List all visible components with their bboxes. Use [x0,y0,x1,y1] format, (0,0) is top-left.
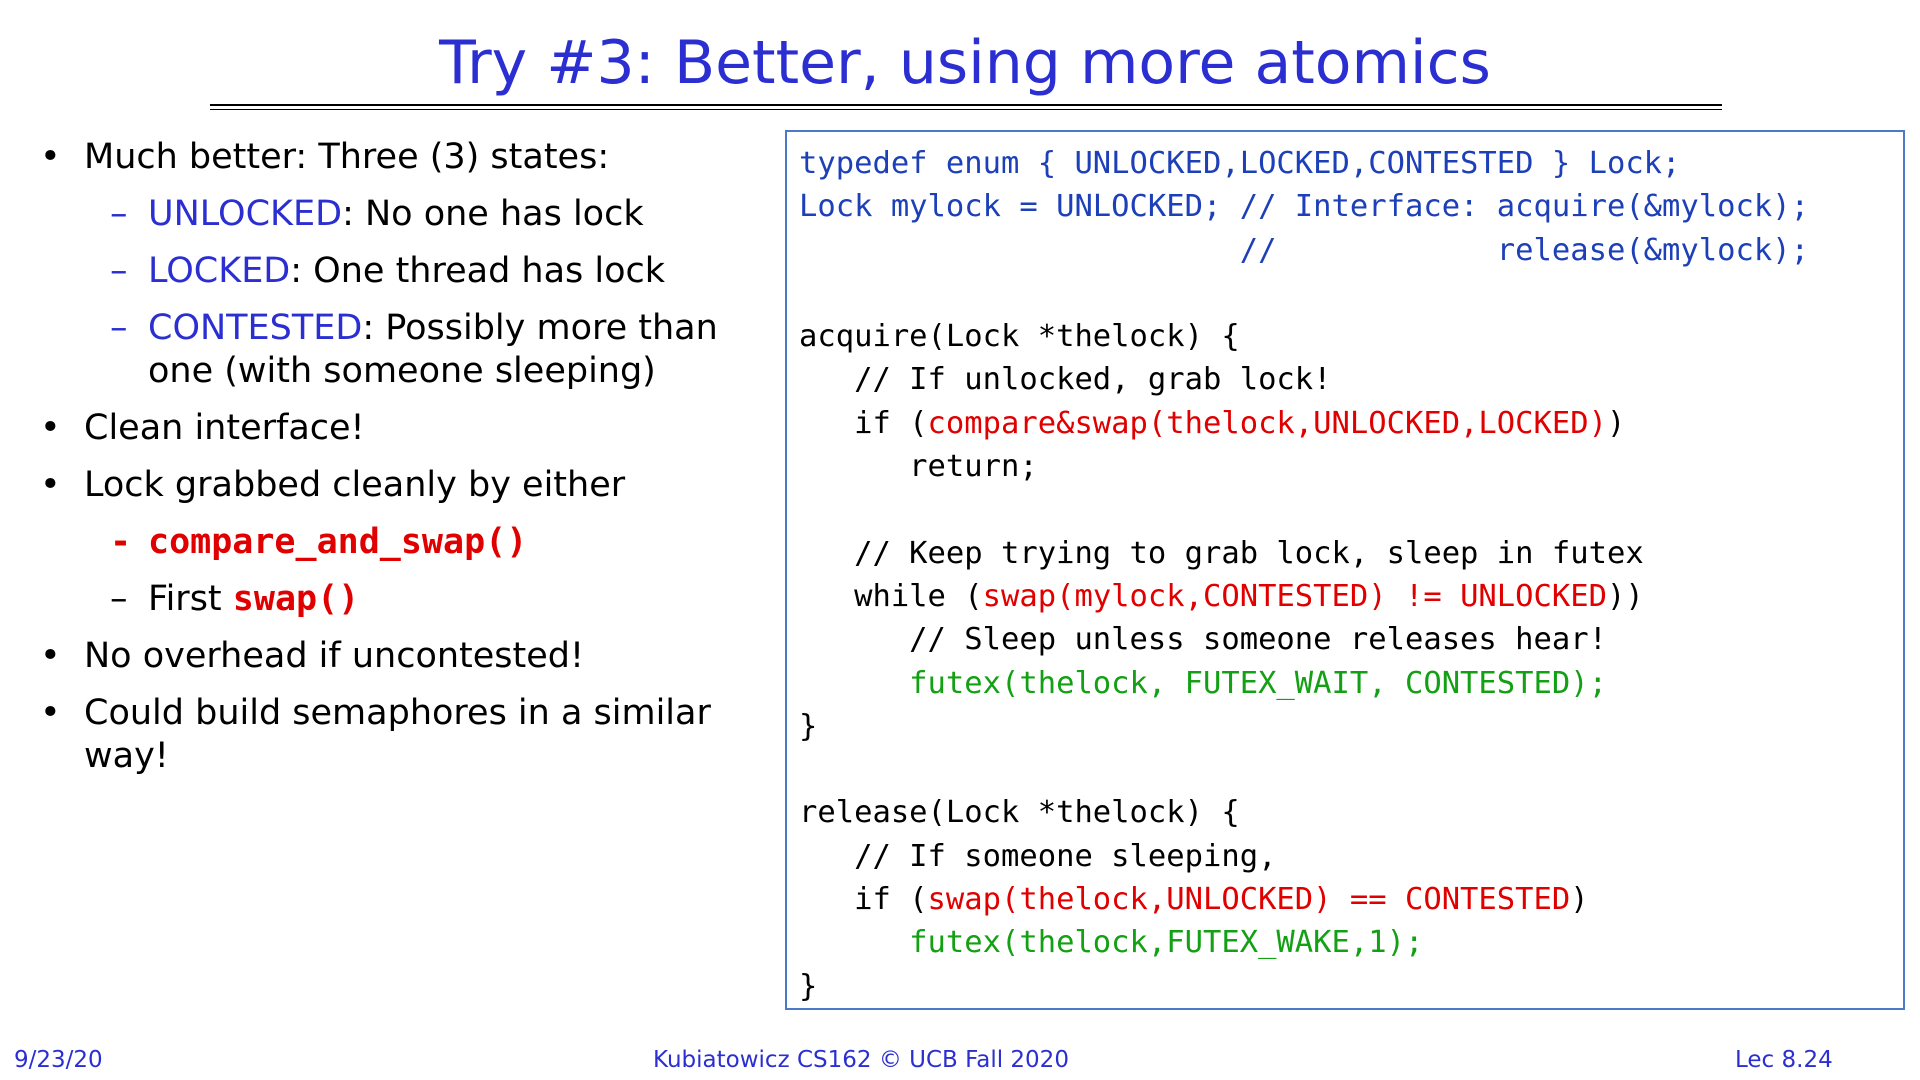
code-line-highlight: swap(thelock,UNLOCKED) == CONTESTED [927,882,1571,918]
bullet-clean-interface: Clean interface! [40,407,750,450]
code-line-part: ) [1570,882,1589,918]
bullet-semaphores: Could build semaphores in a similar way! [40,692,750,778]
state-desc-contested-cont: one (with someone sleeping) [148,351,656,391]
code-line: // Sleep unless someone releases hear! [799,622,1607,658]
bullet-list: Much better: Three (3) states: – UNLOCKE… [40,136,750,792]
code-line: } [799,968,818,1004]
code-line: } [799,708,818,744]
code-line-part: while ( [799,578,983,614]
footer-course: Kubiatowicz CS162 © UCB Fall 2020 [653,1047,1069,1073]
title-rule-thick [210,104,1722,106]
sub-bullet-unlocked: – UNLOCKED: No one has lock [40,193,750,236]
sub-bullet-cas: - compare_and_swap() [40,521,750,564]
state-desc-locked: : One thread has lock [290,251,666,291]
code-box: typedef enum { UNLOCKED,LOCKED,CONTESTED… [785,130,1905,1010]
code-line: release(Lock *thelock) { [799,795,1240,831]
code-line: // release(&mylock); [799,232,1809,268]
code-line: return; [799,449,1038,485]
code-line-highlight: swap(mylock,CONTESTED) != UNLOCKED [982,578,1607,614]
state-desc-unlocked: : No one has lock [342,194,644,234]
state-name-contested: CONTESTED [148,308,363,348]
code-line: acquire(Lock *thelock) { [799,319,1240,355]
bullet-text: Much better: Three (3) states: [84,137,610,177]
bullet-three-states: Much better: Three (3) states: [40,136,750,179]
bullet-no-overhead: No overhead if uncontested! [40,635,750,678]
code-line: typedef enum { UNLOCKED,LOCKED,CONTESTED… [799,146,1681,181]
dash-marker: – [110,308,128,348]
sub-bullet-locked: – LOCKED: One thread has lock [40,250,750,293]
code-line: // If someone sleeping, [799,838,1277,874]
sub-bullet-swap: – First swap() [40,578,750,621]
bullet-lock-grabbed: Lock grabbed cleanly by either [40,464,750,507]
code-line-part: if ( [799,882,928,918]
code-listing: typedef enum { UNLOCKED,LOCKED,CONTESTED… [799,142,1809,1008]
bullet-text: Could build semaphores in a similar way! [84,693,711,776]
code-line: Lock mylock = UNLOCKED; // Interface: ac… [799,189,1809,225]
title-rule-thin [210,109,1722,110]
state-desc-contested: : Possibly more than [362,308,718,348]
code-compare-and-swap: compare_and_swap() [148,522,528,562]
bullet-text: No overhead if uncontested! [84,636,585,676]
dash-marker: – [110,579,128,619]
slide-title: Try #3: Better, using more atomics [439,28,1491,98]
code-line: futex(thelock,FUTEX_WAKE,1); [799,925,1424,961]
sub-bullet-contested: – CONTESTED: Possibly more than one (wit… [40,307,750,393]
dash-marker: - [110,522,132,562]
code-line-highlight: compare&swap(thelock,UNLOCKED,LOCKED) [927,405,1607,441]
dash-marker: – [110,194,128,234]
code-line-part: ) [1606,405,1626,441]
code-line: futex(thelock, FUTEX_WAIT, CONTESTED); [799,665,1607,701]
state-name-locked: LOCKED [148,251,291,291]
first-label: First [148,579,233,619]
bullet-text: Clean interface! [84,408,365,448]
code-swap: swap() [232,579,360,619]
state-name-unlocked: UNLOCKED [148,194,343,234]
code-line-part: if ( [799,405,928,441]
code-line-part: )) [1606,578,1644,614]
code-line: // If unlocked, grab lock! [799,362,1332,398]
code-line: // Keep trying to grab lock, sleep in fu… [799,535,1644,571]
bullet-text: Lock grabbed cleanly by either [84,465,626,505]
dash-marker: – [110,251,128,291]
footer-lecture-number: Lec 8.24 [1735,1047,1833,1073]
